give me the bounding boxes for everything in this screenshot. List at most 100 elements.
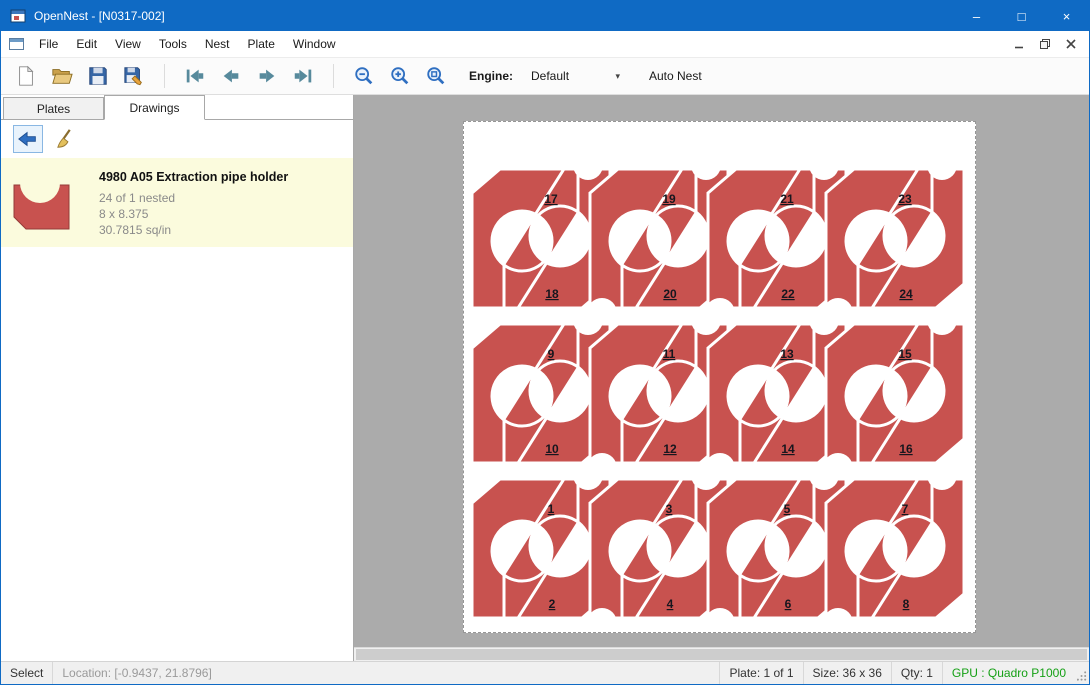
edge-notch [573,305,603,335]
clean-button[interactable] [52,125,82,153]
part-number: 4 [667,597,674,611]
save-button[interactable] [83,61,113,91]
status-mode: Select [1,662,52,684]
nest-row: 910111213141516 [472,305,971,483]
part-number: 9 [548,347,555,361]
maximize-button[interactable]: □ [999,1,1044,31]
toolbar-separator [333,64,334,88]
panel-toolbar [1,120,353,158]
nest-pair[interactable] [826,324,964,463]
part-number: 13 [780,347,794,361]
go-previous-button[interactable] [216,61,246,91]
window-title: OpenNest - [N0317-002] [34,9,165,23]
menu-plate[interactable]: Plate [239,32,284,56]
chevron-down-icon[interactable]: ▾ [612,71,623,82]
part-number: 22 [781,287,795,301]
part-number: 15 [898,347,912,361]
nest-pair[interactable] [826,169,964,308]
plate: 171819202122232491011121314151612345678 [463,121,976,633]
edge-notch [691,150,721,180]
part-number: 12 [663,442,677,456]
resize-grip[interactable] [1075,662,1089,684]
go-first-button[interactable] [180,61,210,91]
app-icon [10,8,26,24]
part-number: 5 [784,502,791,516]
part-number: 21 [780,192,794,206]
main-toolbar: Engine: Default ▾ Auto Nest [1,57,1089,95]
drawings-list: 4980 A05 Extraction pipe holder 24 of 1 … [1,158,353,661]
horizontal-scrollbar[interactable] [354,647,1089,661]
status-qty: Qty: 1 [892,662,942,684]
menu-file[interactable]: File [30,32,67,56]
part-number: 3 [666,502,673,516]
menu-window[interactable]: Window [284,32,345,56]
menubar: File Edit View Tools Nest Plate Window [1,31,1089,57]
new-file-icon [15,65,37,87]
part-number: 19 [662,192,676,206]
part-number: 16 [899,442,913,456]
statusbar: Select Location: [-0.9437, 21.8796] Plat… [1,661,1089,684]
go-next-button[interactable] [252,61,282,91]
minimize-button[interactable]: – [954,1,999,31]
mdi-minimize-button[interactable] [1009,36,1029,52]
edge-notch [809,305,839,335]
mdi-close-button[interactable] [1061,36,1081,52]
save-as-button[interactable] [119,61,149,91]
tab-strip: Plates Drawings [1,95,353,120]
status-gpu: GPU : Quadro P1000 [943,662,1075,684]
drawing-item-text: 4980 A05 Extraction pipe holder 24 of 1 … [99,167,288,238]
open-button[interactable] [47,61,77,91]
nest-pair[interactable] [826,479,964,618]
go-last-button[interactable] [288,61,318,91]
part-number: 2 [549,597,556,611]
zoom-out-button[interactable] [349,61,379,91]
part-number: 1 [548,502,555,516]
edge-notch [691,305,721,335]
auto-nest-button[interactable]: Auto Nest [649,69,702,83]
part-number: 14 [781,442,795,456]
edge-notch [927,150,957,180]
drawing-thumbnail [9,169,83,238]
nest-row: 1718192021222324 [472,150,971,328]
mdi-restore-button[interactable] [1035,36,1055,52]
nest-canvas[interactable]: 171819202122232491011121314151612345678 [354,95,1089,647]
nest-svg: 171819202122232491011121314151612345678 [464,122,975,632]
part-number: 23 [898,192,912,206]
new-button[interactable] [11,61,41,91]
menu-tools[interactable]: Tools [150,32,196,56]
tab-drawings[interactable]: Drawings [104,95,205,120]
go-previous-icon [220,65,242,87]
menu-nest[interactable]: Nest [196,32,239,56]
status-plate: Plate: 1 of 1 [720,662,802,684]
menu-view[interactable]: View [106,32,150,56]
titlebar: OpenNest - [N0317-002] – □ × [1,1,1089,31]
zoom-in-button[interactable] [385,61,415,91]
engine-label: Engine: [469,69,513,83]
drawing-item[interactable]: 4980 A05 Extraction pipe holder 24 of 1 … [1,158,353,247]
status-size: Size: 36 x 36 [804,662,891,684]
part-number: 8 [903,597,910,611]
edge-notch [573,150,603,180]
part-number: 10 [545,442,559,456]
close-button[interactable]: × [1044,1,1089,31]
tab-plates[interactable]: Plates [3,97,104,119]
edge-notch [809,460,839,490]
edge-notch [573,460,603,490]
return-button[interactable] [13,125,43,153]
menu-edit[interactable]: Edit [67,32,106,56]
zoom-fit-icon [425,65,447,87]
save-icon [87,65,109,87]
mdi-child-icon[interactable] [9,37,24,51]
left-panel: Plates Drawings 4980 A05 Extraction pipe… [1,95,354,661]
hscroll-thumb[interactable] [356,649,1087,660]
engine-value: Default [531,69,569,83]
open-folder-icon [51,65,73,87]
right-area: 171819202122232491011121314151612345678 [354,95,1089,661]
zoom-fit-button[interactable] [421,61,451,91]
mdi-window-buttons [1009,36,1089,52]
engine-combobox[interactable]: Default ▾ [527,64,627,88]
edge-notch [927,460,957,490]
edge-notch [691,460,721,490]
part-number: 24 [899,287,913,301]
part-number: 7 [902,502,909,516]
